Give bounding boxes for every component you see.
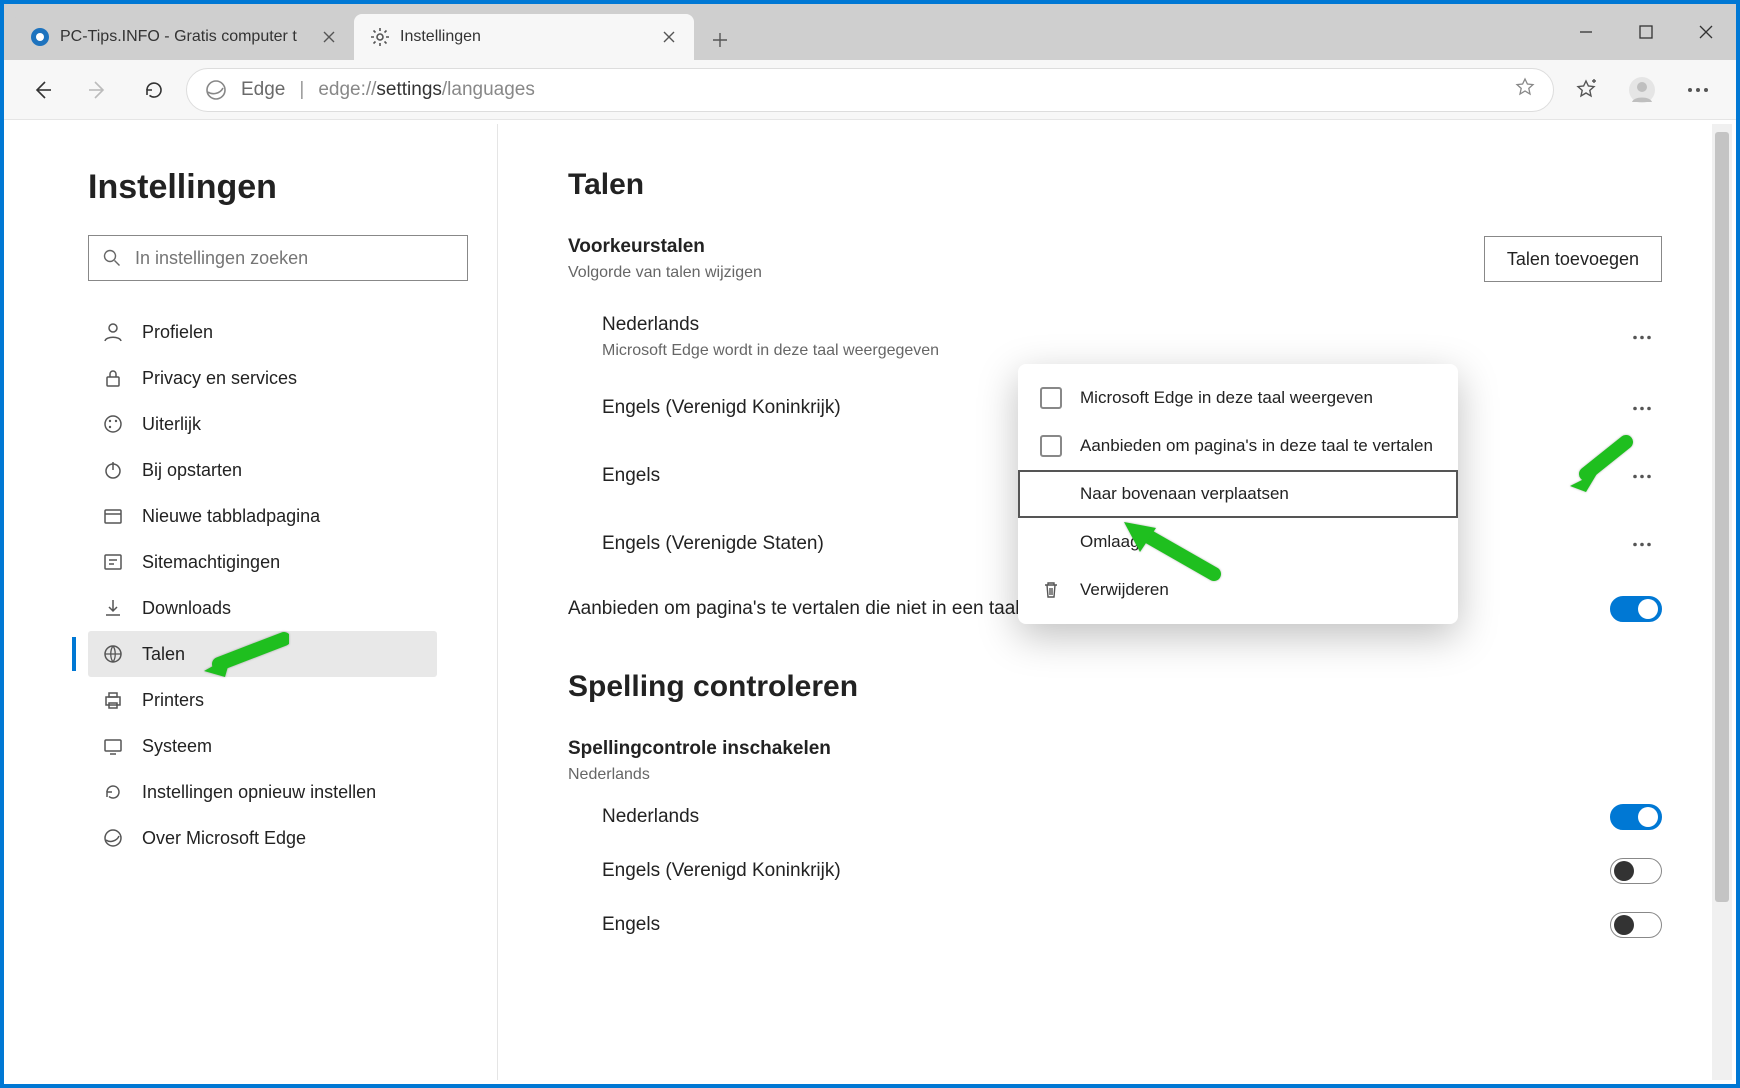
permissions-icon <box>102 551 124 573</box>
window-controls <box>1556 4 1736 60</box>
tab-pctips[interactable]: PC-Tips.INFO - Gratis computer t <box>14 14 354 60</box>
spell-toggle-nl[interactable] <box>1610 804 1662 830</box>
annotation-arrow <box>199 629 289 684</box>
profile-button[interactable] <box>1618 66 1666 114</box>
favorite-star-icon[interactable] <box>1515 77 1535 103</box>
settings-main: Talen Voorkeurstalen Volgorde van talen … <box>498 124 1732 1080</box>
favicon-pctips <box>30 27 50 47</box>
annotation-arrow <box>1114 514 1224 589</box>
sidebar-title: Instellingen <box>88 168 437 207</box>
scrollbar[interactable] <box>1712 124 1732 1080</box>
scrollbar-thumb[interactable] <box>1715 132 1729 902</box>
new-tab-button[interactable] <box>700 20 740 60</box>
popup-remove[interactable]: Verwijderen <box>1018 566 1458 614</box>
tab-settings[interactable]: Instellingen <box>354 14 694 60</box>
language-more-button[interactable] <box>1622 317 1662 357</box>
maximize-button[interactable] <box>1616 4 1676 60</box>
spellcheck-enable-title: Spellingcontrole inschakelen <box>568 738 831 760</box>
annotation-arrow <box>1564 434 1634 499</box>
popup-move-down[interactable]: Omlaag <box>1018 518 1458 566</box>
search-icon <box>103 249 121 267</box>
language-icon <box>102 643 124 665</box>
spell-row-en-uk: Engels (Verenigd Koninkrijk) <box>568 844 1662 898</box>
trash-icon <box>1040 579 1062 601</box>
palette-icon <box>102 413 124 435</box>
sidebar-item-appearance[interactable]: Uiterlijk <box>88 401 437 447</box>
settings-search[interactable] <box>88 235 468 281</box>
sidebar-item-reset[interactable]: Instellingen opnieuw instellen <box>88 769 437 815</box>
page-heading: Talen <box>568 168 1662 202</box>
sidebar-item-sitepermissions[interactable]: Sitemachtigingen <box>88 539 437 585</box>
download-icon <box>102 597 124 619</box>
popup-display-in-language[interactable]: Microsoft Edge in deze taal weergeven <box>1018 374 1458 422</box>
toolbar: Edge | edge://settings/languages <box>4 60 1736 120</box>
spellcheck-heading: Spelling controleren <box>568 670 1662 704</box>
close-icon[interactable] <box>660 28 678 46</box>
lock-icon <box>102 367 124 389</box>
tab-title: Instellingen <box>400 28 650 46</box>
sidebar-item-privacy[interactable]: Privacy en services <box>88 355 437 401</box>
settings-search-input[interactable] <box>135 248 453 269</box>
edge-logo-icon <box>205 79 227 101</box>
more-button[interactable] <box>1674 66 1722 114</box>
language-options-popup: Microsoft Edge in deze taal weergeven Aa… <box>1018 364 1458 624</box>
gear-icon <box>370 27 390 47</box>
minimize-button[interactable] <box>1556 4 1616 60</box>
add-languages-button[interactable]: Talen toevoegen <box>1484 236 1662 282</box>
address-bar[interactable]: Edge | edge://settings/languages <box>186 68 1554 112</box>
window-close-button[interactable] <box>1676 4 1736 60</box>
sidebar-item-profiles[interactable]: Profielen <box>88 309 437 355</box>
pref-languages-sub: Volgorde van talen wijzigen <box>568 264 762 282</box>
language-row-nl: Nederlands Microsoft Edge wordt in deze … <box>568 300 1662 374</box>
edge-icon <box>102 827 124 849</box>
url-text: edge://settings/languages <box>318 79 535 101</box>
newtab-icon <box>102 505 124 527</box>
tab-title: PC-Tips.INFO - Gratis computer t <box>60 28 310 46</box>
spell-row-en: Engels <box>568 898 1662 952</box>
favorites-button[interactable] <box>1562 66 1610 114</box>
settings-sidebar: Instellingen Profielen Privacy en servic… <box>8 124 498 1080</box>
refresh-button[interactable] <box>130 66 178 114</box>
power-icon <box>102 459 124 481</box>
popup-offer-translate[interactable]: Aanbieden om pagina's in deze taal te ve… <box>1018 422 1458 470</box>
translate-toggle[interactable] <box>1610 596 1662 622</box>
sidebar-item-system[interactable]: Systeem <box>88 723 437 769</box>
spellcheck-enable-sub: Nederlands <box>568 766 831 784</box>
language-more-button[interactable] <box>1622 388 1662 428</box>
system-icon <box>102 735 124 757</box>
spell-row-nl: Nederlands <box>568 790 1662 844</box>
checkbox[interactable] <box>1040 435 1062 457</box>
person-icon <box>102 321 124 343</box>
checkbox[interactable] <box>1040 387 1062 409</box>
language-more-button[interactable] <box>1622 524 1662 564</box>
popup-move-to-top[interactable]: Naar bovenaan verplaatsen <box>1018 470 1458 518</box>
pref-languages-title: Voorkeurstalen <box>568 236 762 258</box>
reset-icon <box>102 781 124 803</box>
tab-strip: PC-Tips.INFO - Gratis computer t Instell… <box>4 4 1736 60</box>
back-button[interactable] <box>18 66 66 114</box>
sidebar-item-startup[interactable]: Bij opstarten <box>88 447 437 493</box>
close-icon[interactable] <box>320 28 338 46</box>
printer-icon <box>102 689 124 711</box>
spell-toggle-en-uk[interactable] <box>1610 858 1662 884</box>
sidebar-item-about[interactable]: Over Microsoft Edge <box>88 815 437 861</box>
forward-button[interactable] <box>74 66 122 114</box>
url-protocol: Edge <box>241 79 285 101</box>
spell-toggle-en[interactable] <box>1610 912 1662 938</box>
sidebar-item-downloads[interactable]: Downloads <box>88 585 437 631</box>
sidebar-item-newtab[interactable]: Nieuwe tabbladpagina <box>88 493 437 539</box>
